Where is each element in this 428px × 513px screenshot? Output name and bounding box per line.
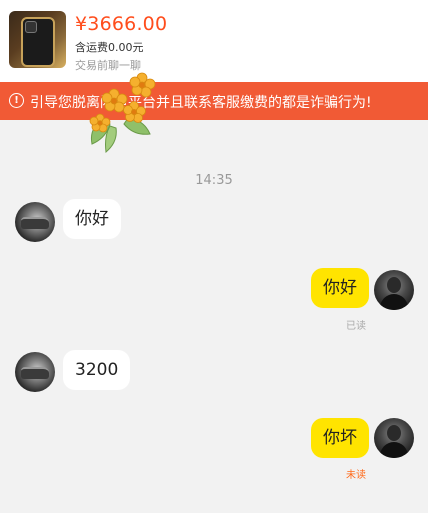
chat-timestamp: 14:35 — [195, 173, 233, 188]
message-bubble-sent[interactable]: 你好 — [311, 268, 369, 308]
product-header: ¥3666.00 含运费0.00元 交易前聊一聊 — [0, 0, 428, 82]
car-avatar-icon — [21, 367, 49, 379]
seller-avatar[interactable] — [15, 202, 55, 242]
flower-icon — [101, 88, 128, 113]
unread-receipt: 未读 — [346, 470, 366, 481]
osmanthus-flower-sticker — [89, 72, 156, 153]
message-bubble-received[interactable]: 你好 — [63, 199, 121, 239]
car-avatar-icon — [21, 217, 49, 229]
seller-avatar[interactable] — [15, 352, 55, 392]
my-avatar[interactable] — [374, 418, 414, 458]
product-thumbnail[interactable] — [9, 11, 66, 68]
message-bubble-sent[interactable]: 你坏 — [311, 418, 369, 458]
camera-icon — [25, 21, 37, 33]
flower-icon — [89, 113, 111, 133]
avatar-body — [380, 442, 408, 458]
flower-icon — [123, 101, 146, 123]
shipping-note: 含运费0.00元 — [75, 41, 144, 54]
person-avatar-icon — [387, 277, 401, 293]
exclamation-circle-icon: ! — [9, 93, 24, 108]
my-avatar[interactable] — [374, 270, 414, 310]
product-price: ¥3666.00 — [75, 13, 168, 35]
read-receipt: 已读 — [346, 321, 366, 332]
fraud-warning-bar: ! 引导您脱离闲鱼平台并且联系客服缴费的都是诈骗行为! — [0, 82, 428, 120]
message-bubble-received[interactable]: 3200 — [63, 350, 131, 390]
flower-icon — [129, 72, 156, 98]
fraud-warning-text: 引导您脱离闲鱼平台并且联系客服缴费的都是诈骗行为! — [30, 95, 372, 111]
avatar-body — [380, 294, 408, 310]
person-avatar-icon — [387, 425, 401, 441]
